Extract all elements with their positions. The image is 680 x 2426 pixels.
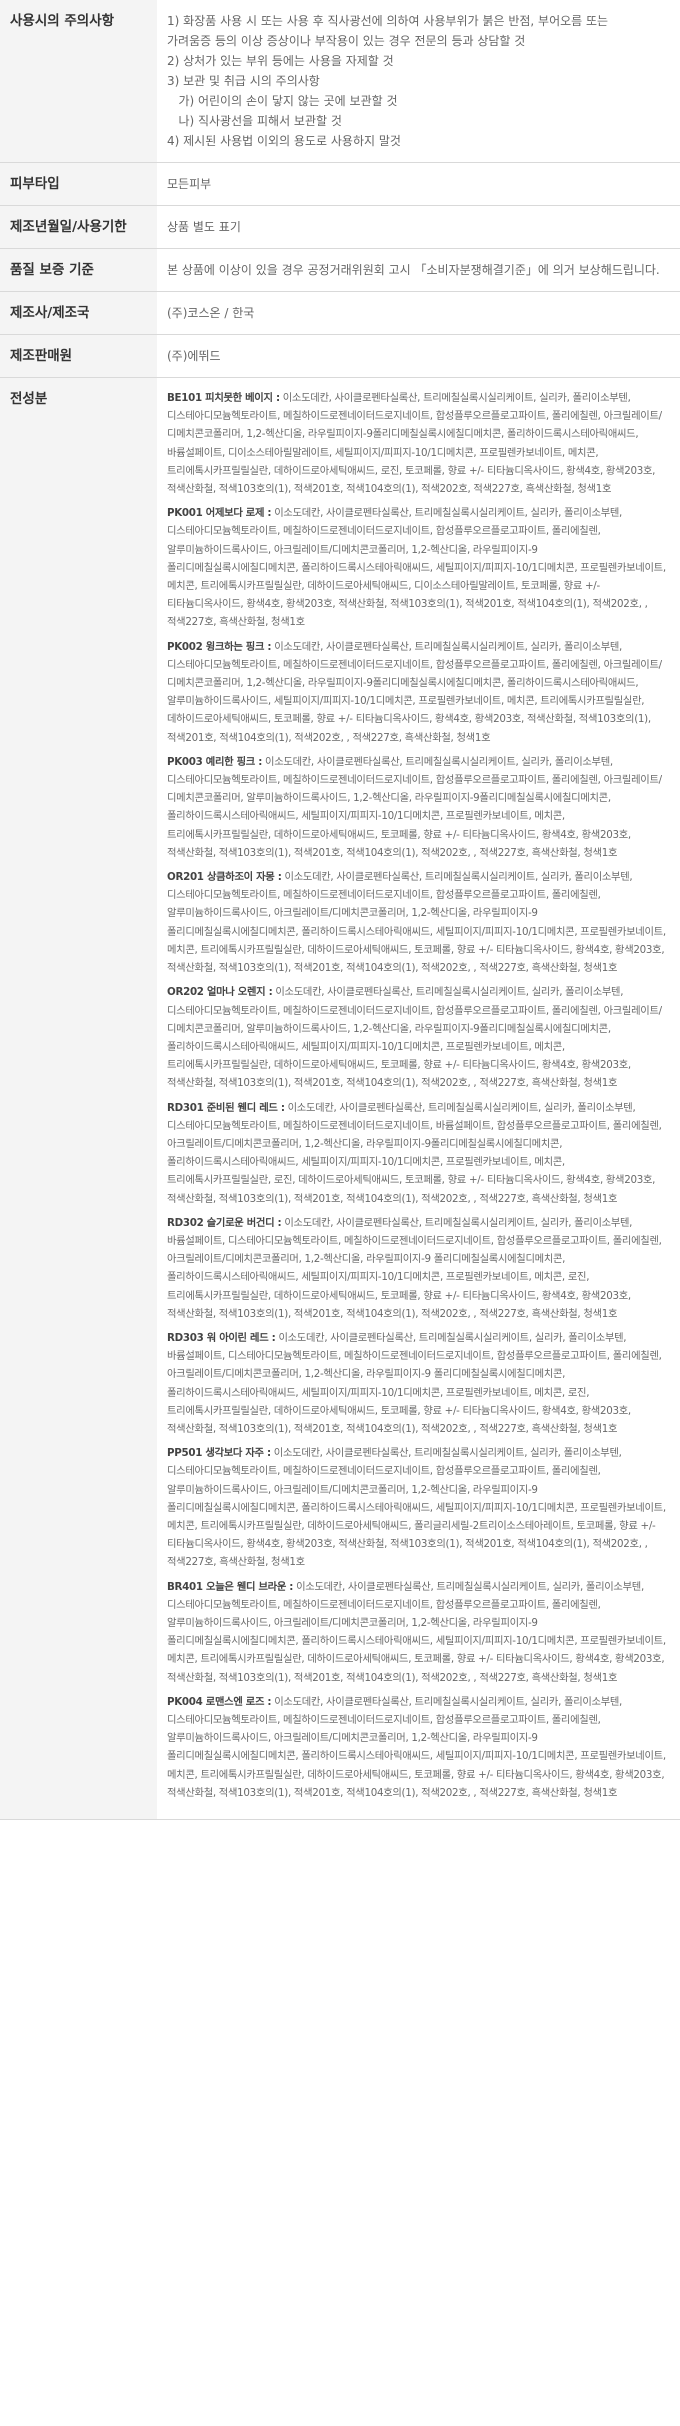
ingredient-item: PP501 생각보다 자주 : 이소도데칸, 사이클로펜타실록산, 트리메칠실록… <box>167 1444 670 1571</box>
ingredient-text: 이소도데칸, 사이클로펜타실록산, 트리메칠실록시실리케이트, 실리카, 폴리이… <box>167 986 662 1090</box>
shade-name: RD303 워 아이린 레드 : <box>167 1331 276 1344</box>
row-ingredients: 전성분 BE101 피치못한 베이지 : 이소도데칸, 사이클로펜타실록산, 트… <box>0 377 680 1820</box>
distributor-value: (주)에뛰드 <box>167 349 221 363</box>
row-value: (주)에뛰드 <box>157 335 680 378</box>
ingredient-item: RD303 워 아이린 레드 : 이소도데칸, 사이클로펜타실록산, 트리메칠실… <box>167 1329 670 1438</box>
ingredient-text: 이소도데칸, 사이클로펜타실록산, 트리메칠실록시실리케이트, 실리카, 폴리이… <box>167 755 662 859</box>
row-manufacture-date: 제조년월일/사용기한 상품 별도 표기 <box>0 205 680 249</box>
shade-name: PK003 예리한 핑크 : <box>167 755 263 768</box>
ingredient-text: 이소도데칸, 사이클로펜타실록산, 트리메칠실록시실리케이트, 실리카, 폴리이… <box>167 507 666 629</box>
ingredient-item: PK003 예리한 핑크 : 이소도데칸, 사이클로펜타실록산, 트리메칠실록시… <box>167 753 670 862</box>
ingredient-text: 이소도데칸, 사이클로펜타실록산, 트리메칠실록시실리케이트, 실리카, 폴리이… <box>167 1101 662 1205</box>
row-distributor: 제조판매원 (주)에뛰드 <box>0 334 680 378</box>
ingredient-text: 이소도데칸, 사이클로펜타실록산, 트리메칠실록시실리케이트, 실리카, 폴리이… <box>167 1447 666 1569</box>
ingredient-item: RD301 준비된 웬디 레드 : 이소도데칸, 사이클로펜타실록산, 트리메칠… <box>167 1099 670 1208</box>
ingredient-text: 이소도데칸, 사이클로펜타실록산, 트리메칠실록시실리케이트, 실리카, 폴리이… <box>167 871 666 975</box>
skin-type-value: 모든피부 <box>167 177 212 191</box>
shade-name: PK001 어제보다 로제 : <box>167 507 272 520</box>
ingredient-text: 이소도데칸, 사이클로펜타실록산, 트리메칠실록시실리케이트, 실리카, 폴리이… <box>167 1331 662 1435</box>
row-value: 상품 별도 표기 <box>157 206 680 249</box>
ingredient-item: PK001 어제보다 로제 : 이소도데칸, 사이클로펜타실록산, 트리메칠실록… <box>167 504 670 631</box>
row-label: 제조년월일/사용기한 <box>0 205 157 249</box>
manufacturer-value: (주)코스온 / 한국 <box>167 306 255 320</box>
quality-guarantee-value: 본 상품에 이상이 있을 경우 공정거래위원회 고시 「소비자분쟁해결기준」에 … <box>167 263 660 277</box>
precaution-line: 3) 보관 및 취급 시의 주의사항 <box>167 74 320 88</box>
row-label: 사용시의 주의사항 <box>0 0 157 163</box>
row-value: (주)코스온 / 한국 <box>157 292 680 335</box>
row-label: 전성분 <box>0 377 157 1820</box>
row-quality-guarantee: 품질 보증 기준 본 상품에 이상이 있을 경우 공정거래위원회 고시 「소비자… <box>0 248 680 292</box>
precautions-list: 1) 화장품 사용 시 또는 사용 후 직사광선에 의하여 사용부위가 붉은 반… <box>167 11 670 151</box>
precaution-line: 나) 직사광선을 피해서 보관할 것 <box>167 114 342 128</box>
ingredient-item: BR401 오늘은 웬디 브라운 : 이소도데칸, 사이클로펜타실록산, 트리메… <box>167 1578 670 1687</box>
ingredient-item: OR202 얼마나 오렌지 : 이소도데칸, 사이클로펜타실록산, 트리메칠실록… <box>167 983 670 1092</box>
row-value: 모든피부 <box>157 163 680 206</box>
ingredient-item: PK002 윙크하는 핑크 : 이소도데칸, 사이클로펜타실록산, 트리메칠실록… <box>167 638 670 747</box>
row-label: 품질 보증 기준 <box>0 248 157 292</box>
row-label: 피부타입 <box>0 162 157 206</box>
shade-name: RD302 슬기로운 버건디 : <box>167 1216 282 1229</box>
precaution-line: 가려움증 등의 이상 증상이나 부작용이 있는 경우 전문의 등과 상담할 것 <box>167 34 526 48</box>
shade-name: BR401 오늘은 웬디 브라운 : <box>167 1580 294 1593</box>
shade-name: BE101 피치못한 베이지 : <box>167 392 280 404</box>
ingredient-item: OR201 상큼하조이 자몽 : 이소도데칸, 사이클로펜타실록산, 트리메칠실… <box>167 868 670 977</box>
row-skin-type: 피부타입 모든피부 <box>0 162 680 206</box>
precautions-cell: 1) 화장품 사용 시 또는 사용 후 직사광선에 의하여 사용부위가 붉은 반… <box>157 0 680 163</box>
ingredient-item: BE101 피치못한 베이지 : 이소도데칸, 사이클로펜타실록산, 트리메칠실… <box>167 389 670 498</box>
row-value: 본 상품에 이상이 있을 경우 공정거래위원회 고시 「소비자분쟁해결기준」에 … <box>157 249 680 292</box>
ingredient-text: 이소도데칸, 사이클로펜타실록산, 트리메칠실록시실리케이트, 실리카, 폴리이… <box>167 392 662 496</box>
shade-name: PP501 생각보다 자주 : <box>167 1447 271 1460</box>
ingredients-cell: BE101 피치못한 베이지 : 이소도데칸, 사이클로펜타실록산, 트리메칠실… <box>157 378 680 1820</box>
row-manufacturer: 제조사/제조국 (주)코스온 / 한국 <box>0 291 680 335</box>
shade-name: PK002 윙크하는 핑크 : <box>167 640 272 653</box>
ingredient-item: PK004 로맨스엔 로즈 : 이소도데칸, 사이클로펜타실록산, 트리메칠실록… <box>167 1693 670 1802</box>
row-label: 제조판매원 <box>0 334 157 378</box>
ingredient-text: 이소도데칸, 사이클로펜타실록산, 트리메칠실록시실리케이트, 실리카, 폴리이… <box>167 1695 666 1799</box>
product-info-table: 사용시의 주의사항 1) 화장품 사용 시 또는 사용 후 직사광선에 의하여 … <box>0 0 680 1820</box>
precaution-line: 4) 제시된 사용법 이외의 용도로 사용하지 말것 <box>167 134 401 148</box>
manufacture-date-value: 상품 별도 표기 <box>167 220 241 234</box>
ingredient-text: 이소도데칸, 사이클로펜타실록산, 트리메칠실록시실리케이트, 실리카, 폴리이… <box>167 640 662 744</box>
ingredient-text: 이소도데칸, 사이클로펜타실록산, 트리메칠실록시실리케이트, 실리카, 폴리이… <box>167 1216 662 1320</box>
shade-name: PK004 로맨스엔 로즈 : <box>167 1695 272 1708</box>
ingredient-text: 이소도데칸, 사이클로펜타실록산, 트리메칠실록시실리케이트, 실리카, 폴리이… <box>167 1580 666 1684</box>
row-precautions: 사용시의 주의사항 1) 화장품 사용 시 또는 사용 후 직사광선에 의하여 … <box>0 0 680 163</box>
precaution-line: 1) 화장품 사용 시 또는 사용 후 직사광선에 의하여 사용부위가 붉은 반… <box>167 14 609 28</box>
precaution-line: 2) 상처가 있는 부위 등에는 사용을 자제할 것 <box>167 54 394 68</box>
shade-name: RD301 준비된 웬디 레드 : <box>167 1101 285 1114</box>
precaution-line: 가) 어린이의 손이 닿지 않는 곳에 보관할 것 <box>167 94 398 108</box>
shade-name: OR201 상큼하조이 자몽 : <box>167 871 282 884</box>
shade-name: OR202 얼마나 오렌지 : <box>167 986 273 999</box>
ingredient-item: RD302 슬기로운 버건디 : 이소도데칸, 사이클로펜타실록산, 트리메칠실… <box>167 1214 670 1323</box>
row-label: 제조사/제조국 <box>0 291 157 335</box>
